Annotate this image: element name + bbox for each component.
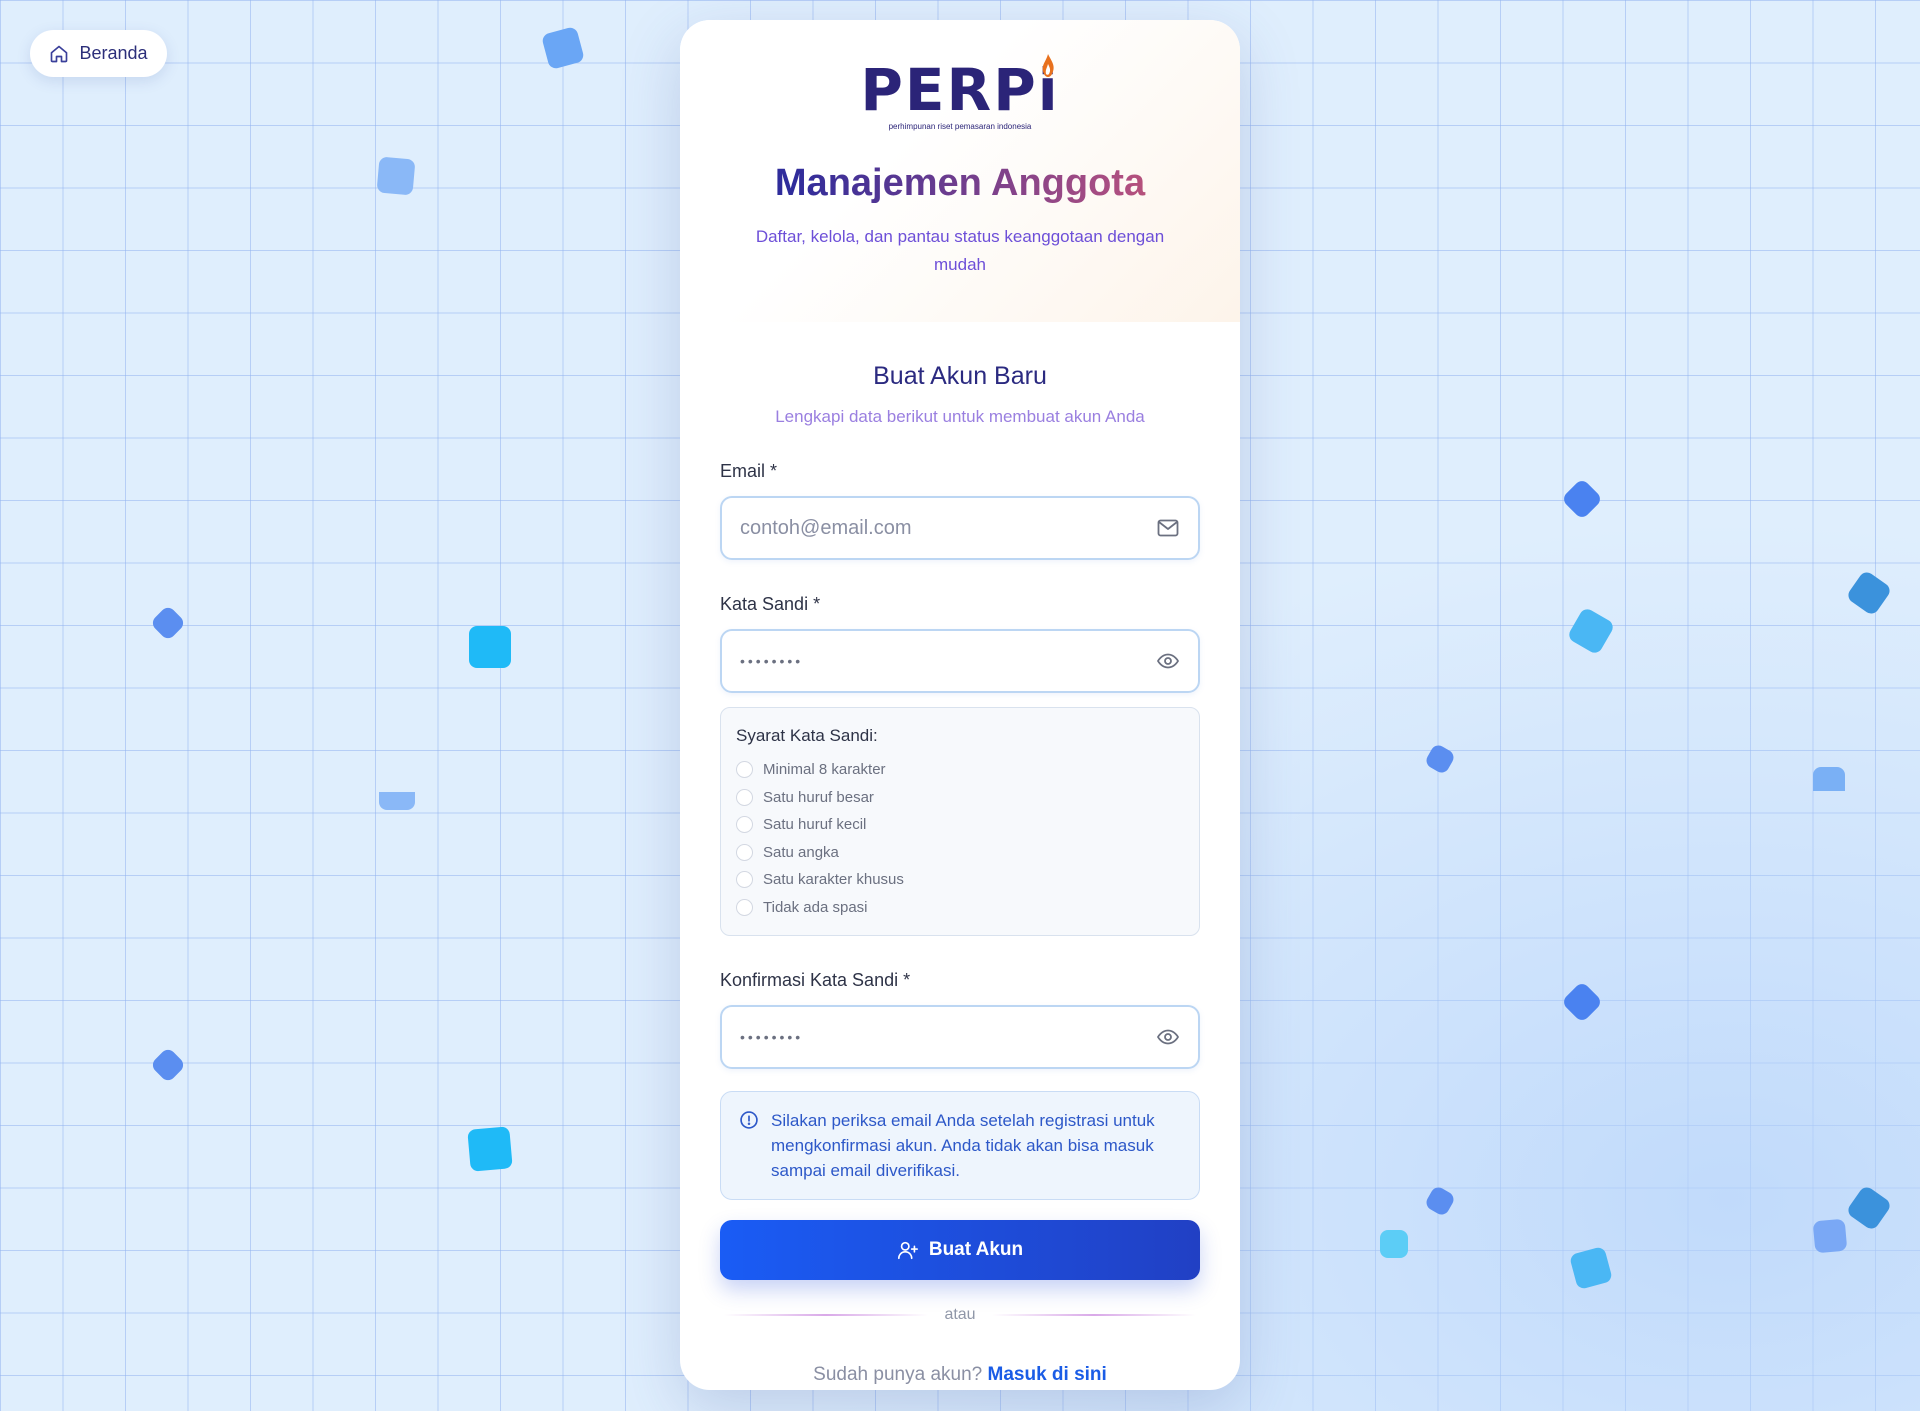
signin-prompt: Sudah punya akun?: [813, 1364, 983, 1385]
create-account-label: Buat Akun: [928, 1239, 1024, 1260]
home-icon: [51, 45, 68, 62]
decor-square: [469, 626, 511, 668]
eye-icon[interactable]: [1156, 1025, 1180, 1049]
flame-icon: [1042, 54, 1054, 77]
decor-square: [467, 1126, 513, 1172]
confirm-password-value: ••••••••: [740, 1029, 804, 1045]
card-header: PERPi perhimpunan riset pemasaran indone…: [680, 20, 1240, 322]
requirement-item: Satu huruf besar: [736, 784, 1184, 812]
eye-icon[interactable]: [1156, 649, 1180, 673]
create-account-button[interactable]: Buat Akun: [720, 1220, 1200, 1280]
divider: atau: [720, 1306, 1200, 1324]
page-title: Manajemen Anggota: [680, 162, 1240, 205]
requirement-text: Satu karakter khusus: [763, 871, 904, 889]
requirement-item: Satu huruf kecil: [736, 811, 1184, 839]
password-field[interactable]: ••••••••: [720, 629, 1200, 693]
unchecked-circle-icon: [736, 843, 753, 861]
decor-square: [1812, 1218, 1848, 1254]
perpi-logo: PERPi perhimpunan riset pemasaran indone…: [860, 54, 1060, 131]
password-value: ••••••••: [740, 653, 804, 669]
home-label: Beranda: [79, 43, 148, 63]
form-subtitle: Lengkapi data berikut untuk membuat akun…: [775, 407, 1145, 426]
unchecked-circle-icon: [736, 871, 753, 889]
signin-link[interactable]: Masuk di sini: [988, 1364, 1107, 1385]
requirement-item: Minimal 8 karakter: [736, 756, 1184, 784]
divider-line: [724, 1314, 929, 1316]
mail-icon: [1157, 519, 1179, 537]
unchecked-circle-icon: [736, 816, 753, 834]
requirement-text: Minimal 8 karakter: [763, 761, 886, 779]
logo-text: PERPi: [860, 56, 1060, 124]
requirement-item: Satu angka: [736, 839, 1184, 867]
password-requirements: Syarat Kata Sandi: Minimal 8 karakter Sa…: [720, 707, 1200, 936]
requirement-text: Tidak ada spasi: [763, 898, 868, 916]
email-field[interactable]: contoh@email.com: [720, 496, 1200, 560]
page-subtitle: Daftar, kelola, dan pantau status keangg…: [755, 227, 1165, 274]
requirement-item: Tidak ada spasi: [736, 894, 1184, 922]
email-verification-notice: Silakan periksa email Anda setelah regis…: [720, 1091, 1200, 1200]
unchecked-circle-icon: [736, 761, 753, 779]
decor-square: [1813, 767, 1845, 791]
home-button[interactable]: Beranda: [30, 30, 167, 77]
logo-tagline: perhimpunan riset pemasaran indonesia: [888, 122, 1032, 131]
decor-square: [376, 156, 416, 196]
decor-square: [379, 792, 415, 810]
register-card: PERPi perhimpunan riset pemasaran indone…: [680, 20, 1240, 1390]
notice-text: Silakan periksa email Anda setelah regis…: [771, 1111, 1155, 1180]
unchecked-circle-icon: [736, 788, 753, 806]
signin-row: Sudah punya akun? Masuk di sini: [720, 1364, 1200, 1386]
requirements-title: Syarat Kata Sandi:: [736, 726, 878, 745]
password-label: Kata Sandi *: [720, 594, 821, 614]
email-placeholder: contoh@email.com: [740, 516, 912, 539]
decor-square: [1380, 1230, 1408, 1258]
requirement-text: Satu angka: [763, 843, 839, 861]
info-icon: [740, 1111, 758, 1129]
confirm-password-label: Konfirmasi Kata Sandi *: [720, 970, 911, 990]
requirement-item: Satu karakter khusus: [736, 866, 1184, 894]
user-plus-icon: [897, 1241, 918, 1260]
unchecked-circle-icon: [736, 898, 753, 916]
requirement-text: Satu huruf besar: [763, 788, 874, 806]
form-title: Buat Akun Baru: [873, 362, 1047, 390]
requirement-text: Satu huruf kecil: [763, 816, 867, 834]
register-form: Buat Akun Baru Lengkapi data berikut unt…: [680, 322, 1240, 1386]
confirm-password-field[interactable]: ••••••••: [720, 1005, 1200, 1069]
divider-text: atau: [944, 1306, 976, 1323]
divider-line: [991, 1314, 1197, 1316]
email-label: Email *: [720, 461, 778, 481]
